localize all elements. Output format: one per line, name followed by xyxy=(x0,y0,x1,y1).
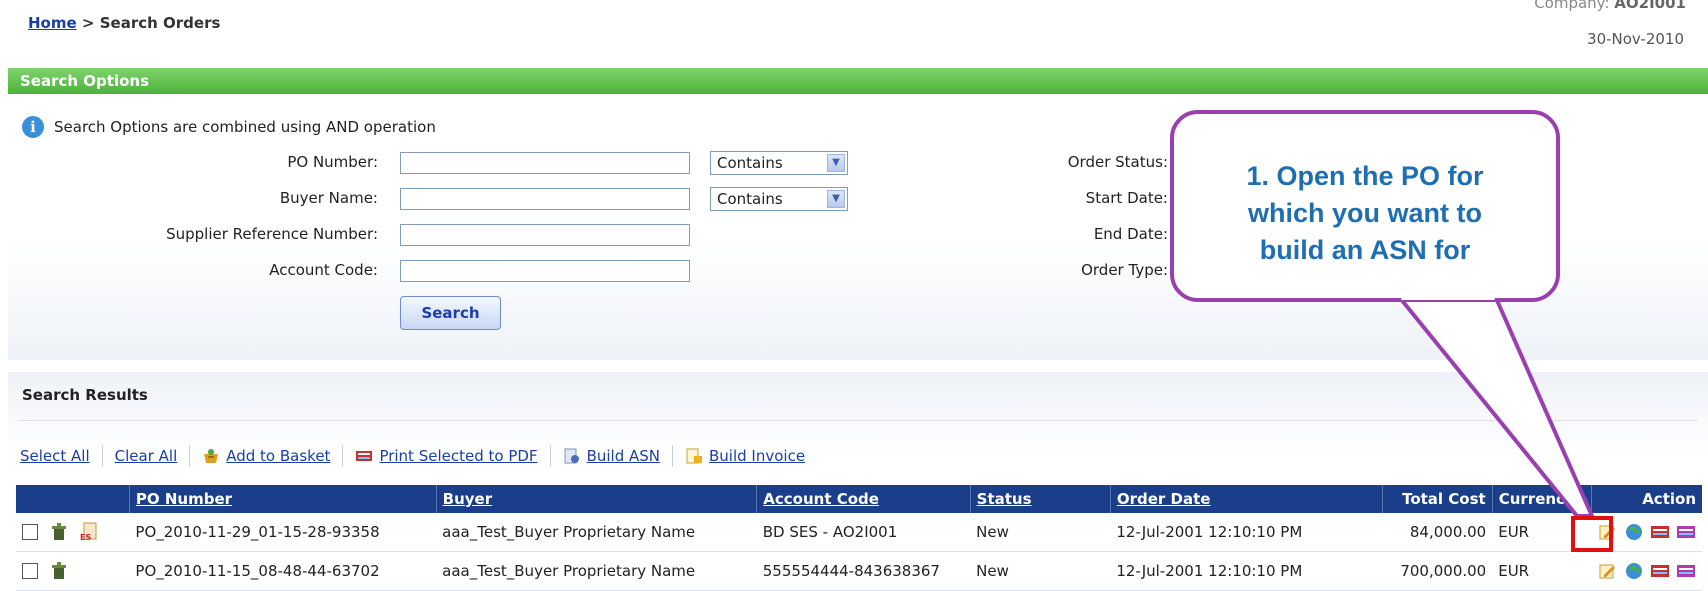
edit-icon-highlight xyxy=(1571,516,1613,552)
callout-line: build an ASN for xyxy=(1259,235,1471,265)
callout-line: 1. Open the PO for xyxy=(1246,161,1484,191)
callout-line: which you want to xyxy=(1248,198,1482,228)
callout-pointer-mask xyxy=(1401,294,1495,300)
callout-text: 1. Open the PO for which you want to bui… xyxy=(1175,158,1555,269)
